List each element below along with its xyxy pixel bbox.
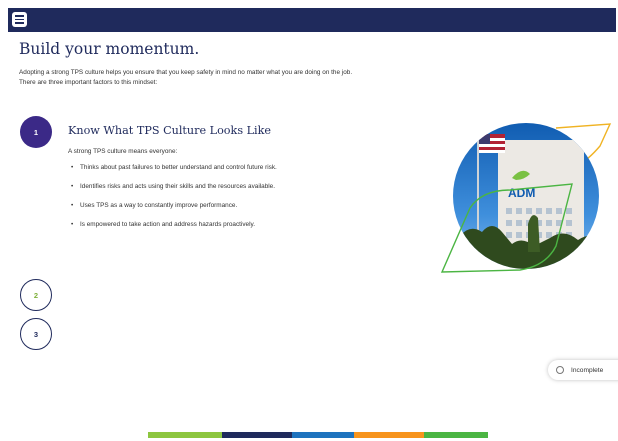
step-1-button[interactable]: 1 [20, 116, 52, 148]
hamburger-menu-icon[interactable] [12, 12, 27, 27]
page-title: Build your momentum. [19, 40, 200, 58]
circle-icon [556, 366, 564, 374]
bullet-item: Uses TPS as a way to constantly improve … [68, 201, 277, 220]
step-3-button[interactable]: 3 [20, 318, 52, 350]
completion-status-toggle[interactable]: Incomplete [548, 360, 618, 380]
bullet-item: Identifies risks and acts using their sk… [68, 182, 277, 201]
step-2-button[interactable]: 2 [20, 279, 52, 311]
bullet-list: Thinks about past failures to better und… [68, 163, 277, 239]
adm-building-photo: ADM [440, 123, 612, 273]
intro-text: Adopting a strong TPS culture helps you … [19, 68, 449, 88]
status-label: Incomplete [571, 366, 604, 374]
american-flag [479, 134, 505, 153]
bullet-item: Thinks about past failures to better und… [68, 163, 277, 182]
section-lead: A strong TPS culture means everyone: [68, 148, 178, 155]
top-bar [8, 8, 616, 32]
section-title: Know What TPS Culture Looks Like [68, 124, 272, 137]
intro-line-2: There are three important factors to thi… [19, 79, 158, 86]
bullet-item: Is empowered to take action and address … [68, 220, 277, 239]
brand-color-stripe [148, 432, 488, 438]
intro-line-1: Adopting a strong TPS culture helps you … [19, 69, 353, 76]
